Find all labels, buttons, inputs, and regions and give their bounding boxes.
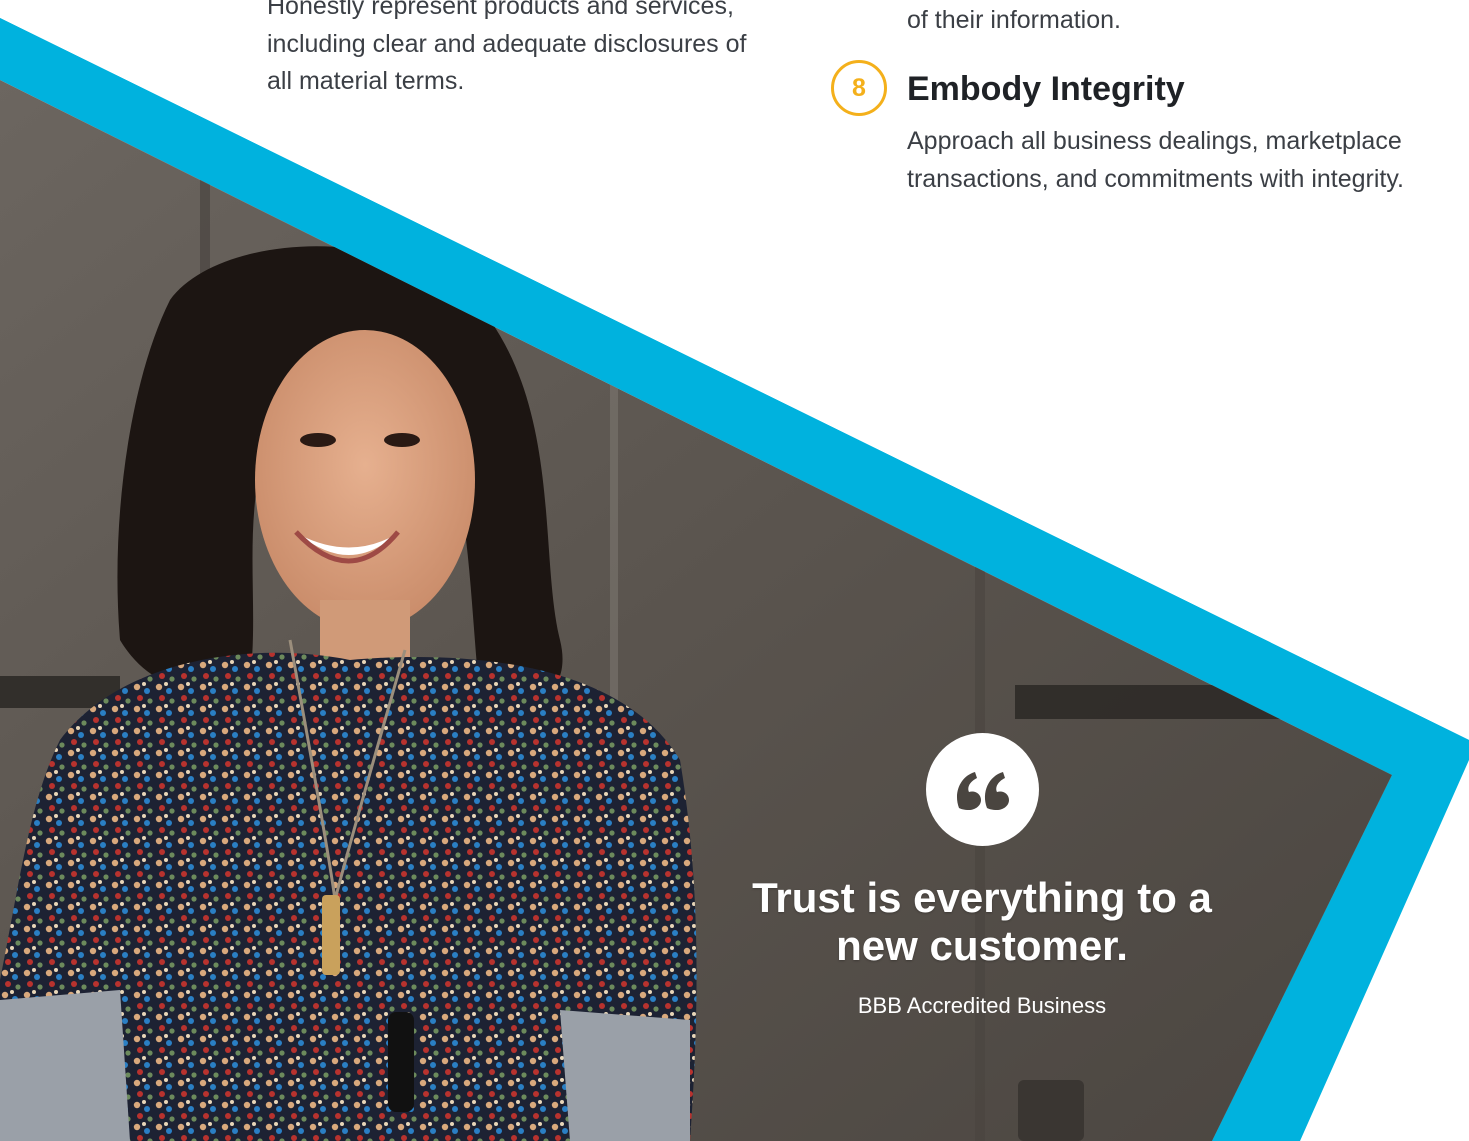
left-paragraph-line: including clear and adequate disclosures… [267, 29, 747, 58]
right-paragraph-tail: of their information. [907, 6, 1121, 34]
quote-glyph [956, 771, 1009, 810]
principle-number-badge: 8 [831, 60, 887, 116]
testimonial-quote: Trust is everything to a new customer. B… [712, 733, 1252, 1020]
principle-title: Embody Integrity [907, 70, 1185, 108]
quote-text: Trust is everything to a new customer. [712, 874, 1252, 970]
quote-attribution: BBB Accredited Business [857, 993, 1107, 1018]
principle-description-line: transactions, and commitments with integ… [907, 164, 1404, 193]
page: Honestly represent products and services… [0, 0, 1469, 1141]
principle-description-line: Approach all business dealings, marketpl… [907, 127, 1402, 155]
quote-text-line: new customer. [836, 922, 1128, 969]
left-paragraph-line: Honestly represent products and services… [267, 0, 734, 20]
quote-mark-icon [925, 733, 1039, 846]
left-paragraph: Honestly represent products and services… [267, 0, 807, 101]
left-paragraph-line: all material terms. [267, 67, 465, 95]
quote-text-line: Trust is everything to a [752, 874, 1212, 921]
principle-description: Approach all business dealings, marketpl… [907, 123, 1447, 198]
